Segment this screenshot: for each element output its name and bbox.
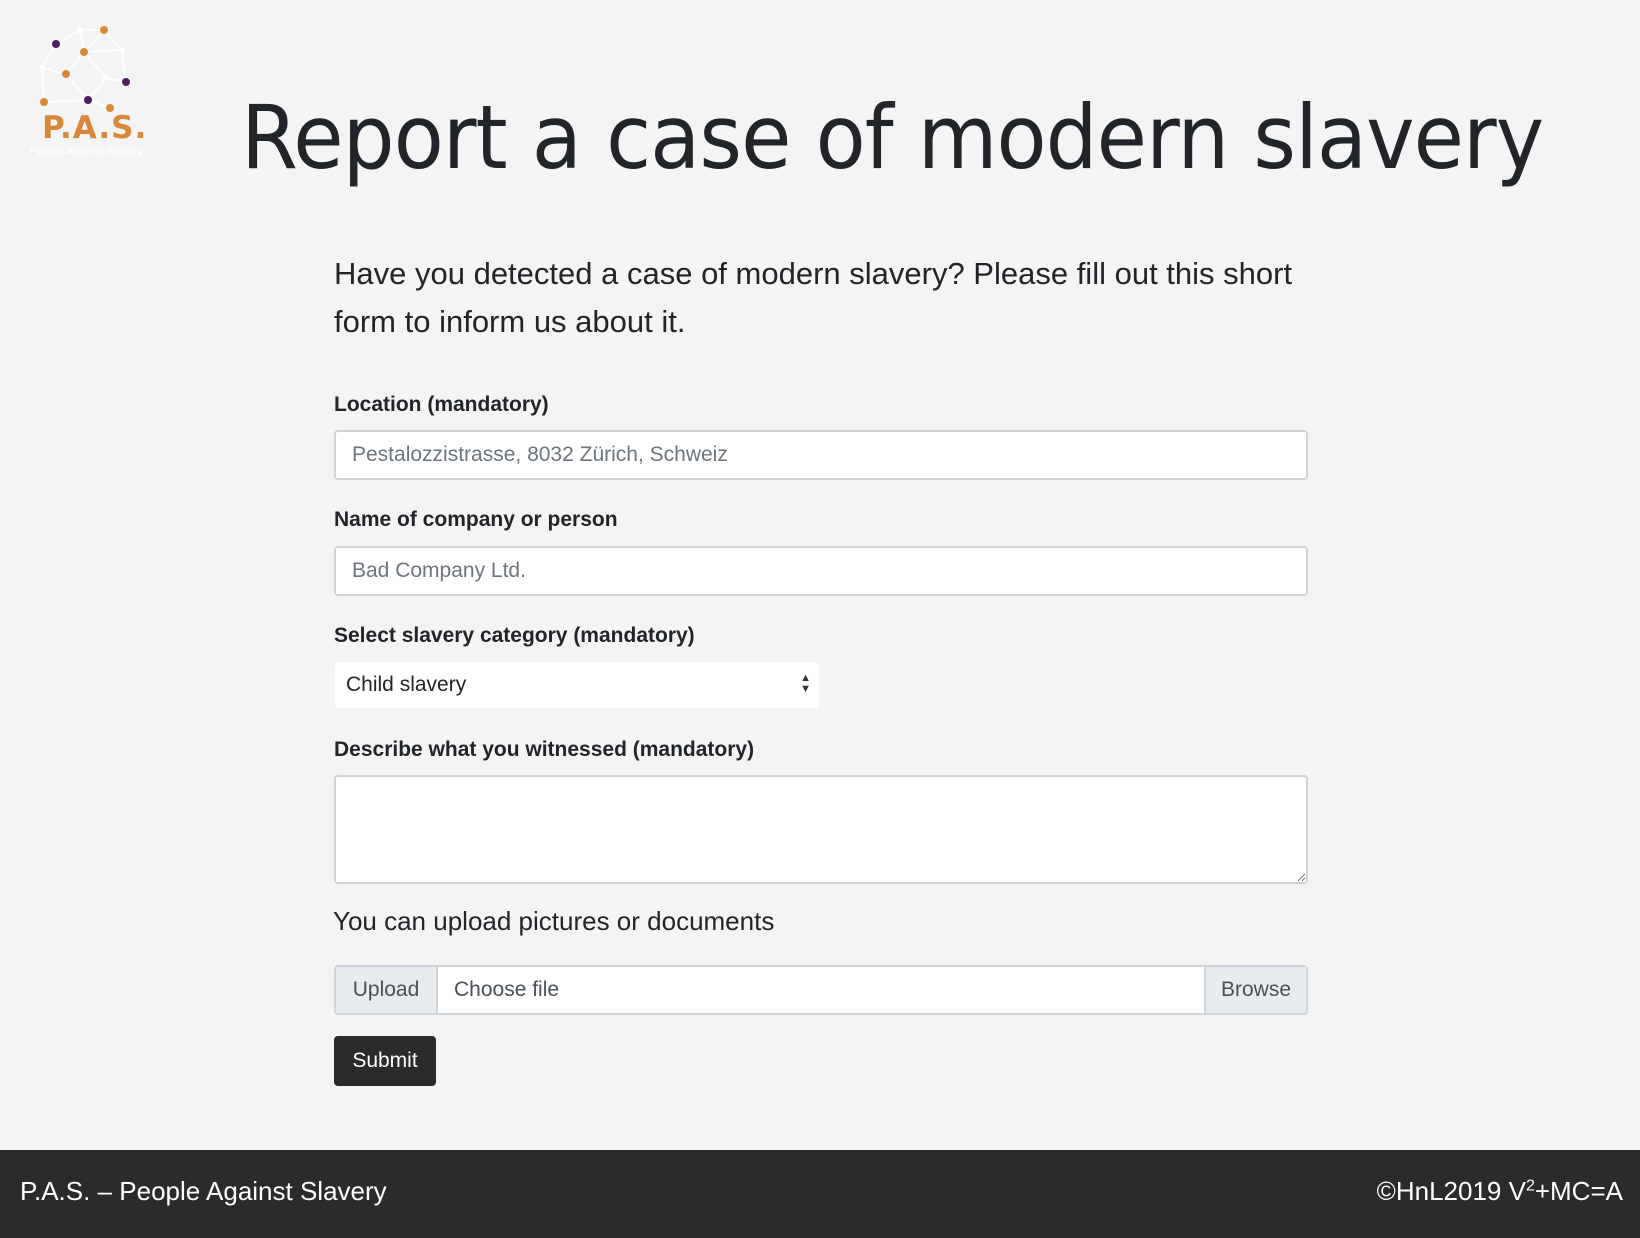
name-input[interactable] bbox=[334, 546, 1308, 596]
footer: P.A.S. – People Against Slavery ©HnL2019… bbox=[0, 1150, 1640, 1238]
submit-button[interactable]: Submit bbox=[334, 1036, 436, 1086]
name-label: Name of company or person bbox=[334, 508, 618, 531]
page-title: Report a case of modern slavery bbox=[241, 86, 1544, 189]
browse-button[interactable]: Browse bbox=[1204, 967, 1306, 1013]
logo[interactable]: P.A.S. People Against Slavery bbox=[22, 20, 152, 160]
footer-brand: P.A.S. – People Against Slavery bbox=[20, 1176, 387, 1207]
upload-prepend-label: Upload bbox=[336, 967, 438, 1013]
footer-copyright: ©HnL2019 V2+MC=A bbox=[1377, 1176, 1623, 1207]
category-select[interactable]: Child slavery ▲ ▼ bbox=[335, 662, 819, 708]
category-label: Select slavery category (mandatory) bbox=[334, 624, 695, 647]
description-textarea[interactable] bbox=[334, 775, 1308, 884]
logo-subtitle: People Against Slavery bbox=[29, 146, 143, 158]
description-label: Describe what you witnessed (mandatory) bbox=[334, 738, 755, 761]
footer-tagline: – People Against Slavery bbox=[90, 1176, 387, 1206]
category-selected-value: Child slavery bbox=[346, 673, 467, 696]
choose-file-input[interactable]: Choose file bbox=[438, 967, 1204, 1013]
file-upload-group[interactable]: Upload Choose file Browse bbox=[334, 965, 1308, 1015]
network-logo-icon bbox=[39, 26, 130, 112]
copyright-suffix: +MC=A bbox=[1534, 1176, 1623, 1206]
location-input[interactable] bbox=[334, 430, 1308, 480]
intro-text: Have you detected a case of modern slave… bbox=[334, 256, 1293, 339]
footer-brand-name: P.A.S. bbox=[20, 1176, 91, 1206]
upload-hint: You can upload pictures or documents bbox=[333, 906, 775, 936]
logo-text: P.A.S. bbox=[42, 110, 148, 146]
select-arrows-icon: ▲ ▼ bbox=[800, 672, 811, 695]
copyright-prefix: ©HnL2019 V bbox=[1376, 1176, 1526, 1206]
copyright-sup: 2 bbox=[1525, 1177, 1535, 1195]
location-label: Location (mandatory) bbox=[334, 393, 549, 416]
